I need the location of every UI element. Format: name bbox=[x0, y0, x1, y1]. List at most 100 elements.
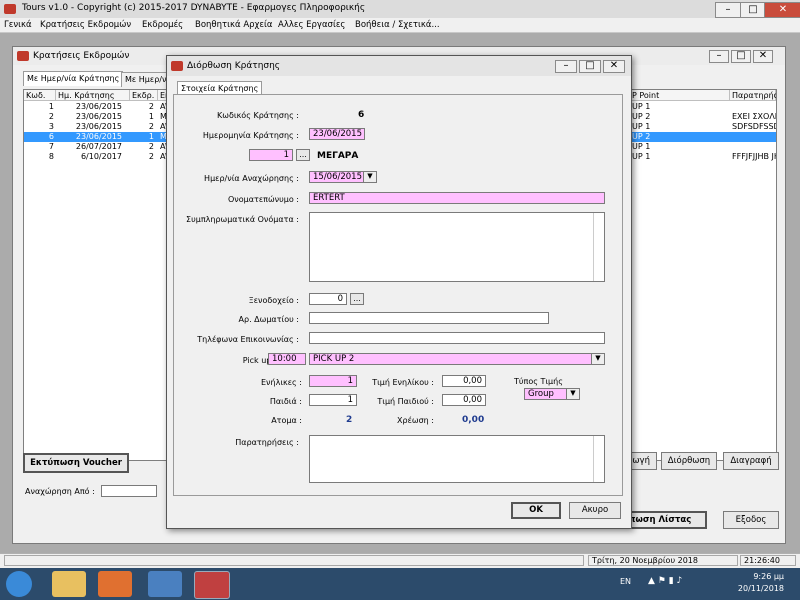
adults-input[interactable]: 1 bbox=[309, 375, 357, 387]
close-button[interactable]: ✕ bbox=[764, 2, 800, 18]
booking-date-label: Ημερομηνία Κράτησης : bbox=[202, 131, 299, 140]
kid-price-input[interactable]: 0,00 bbox=[442, 394, 486, 406]
col-pickup[interactable]: P Point bbox=[630, 90, 730, 101]
col-booking-date[interactable]: Ημ. Κράτησης bbox=[56, 90, 130, 101]
price-type-label: Τύπος Τιμής bbox=[514, 377, 563, 386]
cell-pick: UP 1 bbox=[632, 152, 651, 161]
print-list-button[interactable]: ύπωση Λίστας bbox=[619, 511, 707, 529]
room-number-input[interactable] bbox=[309, 312, 549, 324]
cancel-button[interactable]: Ακυρο bbox=[569, 502, 621, 519]
status-bar: Τρίτη, 20 Νοεμβρίου 2018 21:26:40 bbox=[0, 553, 800, 568]
cell-id: 1 bbox=[48, 102, 54, 111]
chevron-down-icon[interactable]: ▼ bbox=[566, 389, 579, 399]
child-maximize-button[interactable]: □ bbox=[731, 50, 751, 63]
chevron-down-icon[interactable]: ▼ bbox=[591, 354, 604, 364]
notes-textarea[interactable] bbox=[309, 435, 605, 483]
cell-id: 7 bbox=[48, 142, 54, 151]
maximize-button[interactable]: □ bbox=[740, 2, 766, 18]
hotel-code-input[interactable]: 0 bbox=[309, 293, 347, 305]
charge-label: Χρέωση : bbox=[397, 416, 434, 425]
departure-from-input[interactable] bbox=[101, 485, 157, 497]
child-minimize-button[interactable]: – bbox=[709, 50, 729, 63]
departure-date-value: 15/06/2015 bbox=[313, 172, 362, 182]
cell-pick: UP 1 bbox=[632, 102, 651, 111]
cell-ek: 1 bbox=[148, 112, 154, 121]
menu-trips[interactable]: Εκδρομές bbox=[142, 20, 183, 30]
language-indicator[interactable]: EN bbox=[620, 577, 631, 586]
price-type-select[interactable]: Group ▼ bbox=[524, 388, 580, 400]
booking-date-input[interactable]: 23/06/2015 bbox=[309, 128, 365, 140]
pickup-time-input[interactable]: 10:00 bbox=[268, 353, 306, 365]
child-close-button[interactable]: ✕ bbox=[753, 50, 773, 63]
clock-date[interactable]: 20/11/2018 bbox=[736, 584, 784, 593]
companions-scrollbar[interactable] bbox=[593, 213, 604, 281]
full-name-input[interactable]: ERTERT bbox=[309, 192, 605, 204]
tours-app-icon[interactable] bbox=[194, 571, 230, 599]
cell-date: 6/10/2017 bbox=[80, 152, 122, 161]
edit-button[interactable]: Διόρθωση bbox=[661, 452, 717, 470]
cell-note: SDFSDFSSD bbox=[732, 122, 776, 131]
persons-value: 2 bbox=[346, 415, 353, 425]
tab-booking-details[interactable]: Στοιχεία Κράτησης bbox=[177, 81, 263, 95]
departure-date-input[interactable]: 15/06/2015 ▼ bbox=[309, 171, 377, 183]
notes-scrollbar[interactable] bbox=[593, 436, 604, 482]
print-voucher-button[interactable]: Εκτύπωση Voucher bbox=[23, 453, 129, 473]
code-value: 6 bbox=[358, 110, 365, 120]
adult-price-input[interactable]: 0,00 bbox=[442, 375, 486, 387]
minimize-button[interactable]: – bbox=[715, 2, 741, 18]
kids-label: Παιδιά : bbox=[269, 397, 302, 406]
chevron-down-icon[interactable]: ▼ bbox=[363, 172, 376, 182]
media-player-icon[interactable] bbox=[98, 571, 132, 597]
phone-input[interactable] bbox=[309, 332, 605, 344]
adults-label: Ενήλικες : bbox=[260, 378, 302, 387]
delete-button[interactable]: Διαγραφή bbox=[723, 452, 779, 470]
app-title-bar: Tours v1.0 - Copyright (c) 2015-2017 DYN… bbox=[0, 0, 800, 19]
menu-other[interactable]: Αλλες Εργασίες bbox=[278, 20, 345, 30]
trip-code-input[interactable]: 1 bbox=[249, 149, 293, 161]
room-number-label: Αρ. Δωματίου : bbox=[238, 315, 299, 324]
cell-ek: 2 bbox=[148, 102, 154, 111]
trip-name: ΜΕΓΑΡΑ bbox=[317, 151, 359, 161]
cell-date: 26/07/2017 bbox=[75, 142, 122, 151]
cell-id: 2 bbox=[48, 112, 54, 121]
chrome-icon[interactable] bbox=[148, 571, 182, 597]
menu-bookings[interactable]: Κρατήσεις Εκδρομών bbox=[40, 20, 131, 30]
companions-textarea[interactable] bbox=[309, 212, 605, 282]
cell-id: 3 bbox=[48, 122, 54, 131]
menu-help[interactable]: Βοήθεια / Σχετικά... bbox=[355, 20, 440, 30]
charge-value: 0,00 bbox=[462, 415, 485, 425]
app-icon bbox=[4, 4, 16, 14]
dialog-maximize-button[interactable]: □ bbox=[579, 60, 601, 73]
cell-date: 23/06/2015 bbox=[75, 132, 122, 141]
booking-details-panel: Κωδικός Κράτησης : 6 Ημερομηνία Κράτησης… bbox=[173, 94, 623, 496]
start-button[interactable] bbox=[6, 571, 32, 597]
cell-pick: UP 2 bbox=[632, 112, 651, 121]
clock-time[interactable]: 9:26 μμ bbox=[740, 572, 784, 581]
tray-icons[interactable]: ▲ ⚑ ▮ ♪ bbox=[648, 576, 682, 586]
cell-note: FFFJFJJHB JH bbox=[732, 152, 776, 161]
exit-button[interactable]: Εξοδος bbox=[723, 511, 779, 529]
kids-input[interactable]: 1 bbox=[309, 394, 357, 406]
status-time: 21:26:40 bbox=[740, 555, 796, 566]
app-title: Tours v1.0 - Copyright (c) 2015-2017 DYN… bbox=[22, 3, 366, 13]
persons-label: Ατομα : bbox=[271, 416, 302, 425]
menu-aux-files[interactable]: Βοηθητικά Αρχεία bbox=[195, 20, 273, 30]
menu-general[interactable]: Γενικά bbox=[4, 20, 32, 30]
menu-bar: Γενικά Κρατήσεις Εκδρομών Εκδρομές Βοηθη… bbox=[0, 18, 800, 33]
pickup-point-select[interactable]: PICK UP 2 ▼ bbox=[309, 353, 605, 365]
ok-button[interactable]: OK bbox=[511, 502, 561, 519]
price-type-value: Group bbox=[528, 389, 554, 399]
col-notes[interactable]: Παρατηρήσ bbox=[730, 90, 776, 101]
trip-lookup-button[interactable]: ... bbox=[296, 149, 310, 161]
taskbar: EN ▲ ⚑ ▮ ♪ 9:26 μμ 20/11/2018 bbox=[0, 568, 800, 600]
explorer-icon[interactable] bbox=[52, 571, 86, 597]
kid-price-label: Τιμή Παιδιού : bbox=[377, 397, 434, 406]
tab-by-booking-date[interactable]: Με Ημερ/νία Κράτησης bbox=[23, 71, 124, 86]
dialog-close-button[interactable]: ✕ bbox=[603, 60, 625, 73]
hotel-lookup-button[interactable]: ... bbox=[350, 293, 364, 305]
full-name-label: Ονοματεπώνυμο : bbox=[228, 195, 299, 204]
dialog-minimize-button[interactable]: – bbox=[555, 60, 577, 73]
col-trip-code[interactable]: Εκδρ. bbox=[130, 90, 158, 101]
departure-date-label: Ημερ/νία Αναχώρησης : bbox=[204, 174, 299, 183]
col-code[interactable]: Κωδ. bbox=[24, 90, 56, 101]
